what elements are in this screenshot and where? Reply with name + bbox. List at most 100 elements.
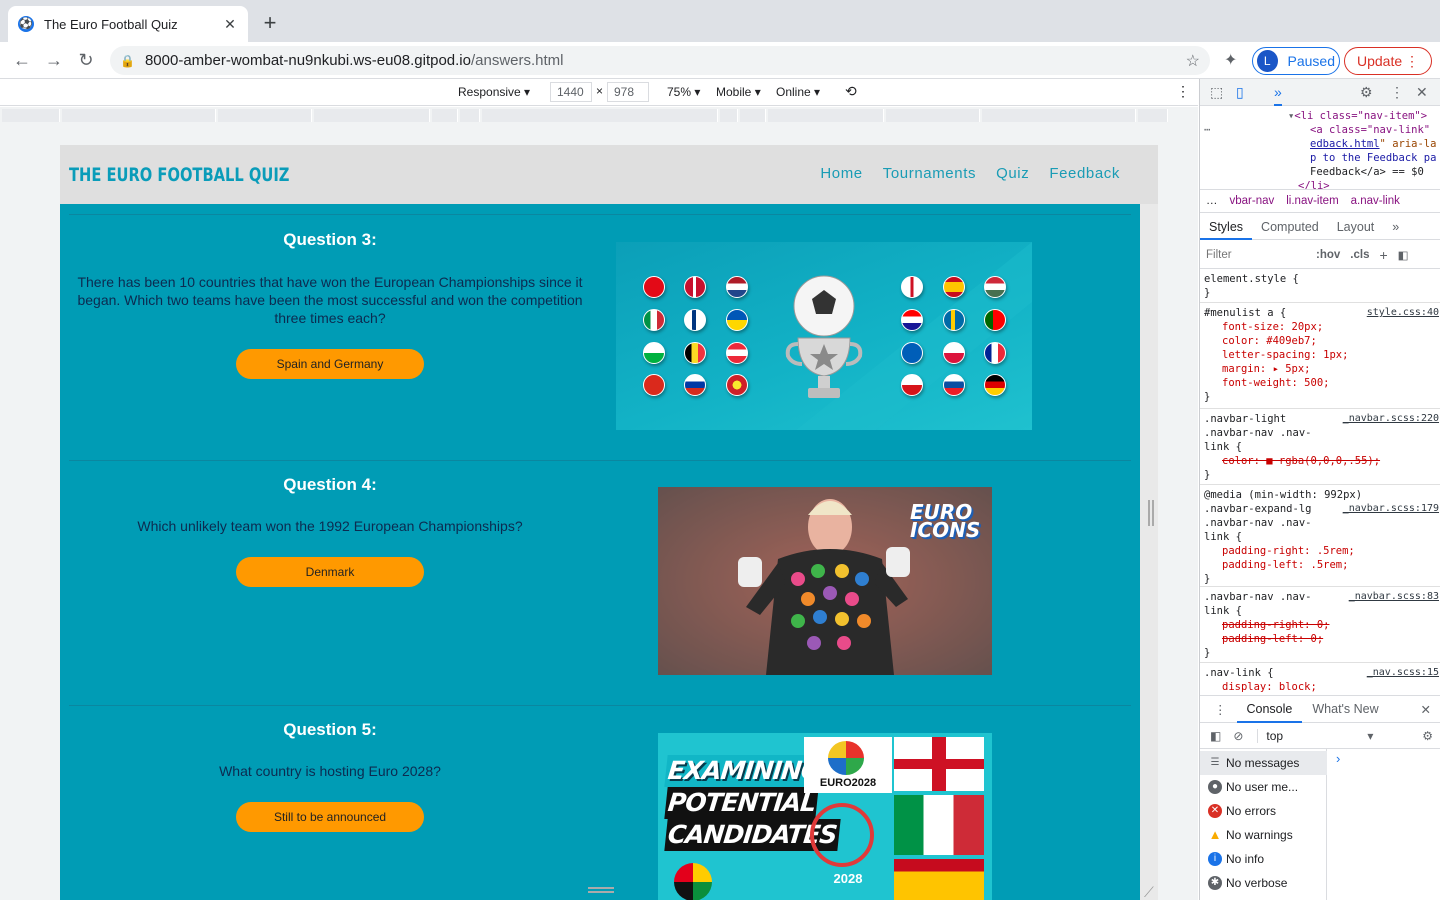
nav-link-quiz[interactable]: Quiz [996, 165, 1029, 182]
style-rule[interactable]: element.style { } [1200, 269, 1440, 303]
rule-property[interactable]: display: block; [1204, 680, 1437, 694]
dom-line[interactable]: </li> [1298, 179, 1330, 189]
tab-whats-new[interactable]: What's New [1302, 702, 1388, 716]
toggle-sidebar-icon[interactable]: ◧ [1398, 248, 1409, 262]
close-tab-icon[interactable]: ✕ [222, 16, 238, 33]
media-query-ruler[interactable] [0, 107, 1198, 124]
dom-line[interactable]: ▾<li class="nav-item"> [1288, 109, 1427, 124]
tab-console[interactable]: Console [1236, 695, 1303, 723]
new-tab-button[interactable]: + [258, 12, 282, 36]
filter-verbose[interactable]: ✱ No verbose [1200, 871, 1327, 895]
more-options-icon[interactable]: ⋮ [1176, 83, 1190, 100]
site-brand[interactable]: THE EURO FOOTBALL QUIZ [69, 164, 289, 186]
ruler-segment[interactable] [1138, 109, 1168, 122]
tab-styles[interactable]: Styles [1200, 214, 1253, 240]
profile-button[interactable]: L Paused [1252, 47, 1340, 75]
console-prompt-chevron-icon[interactable]: › [1336, 751, 1340, 766]
filter-messages[interactable]: ☰ No messages [1200, 751, 1327, 775]
style-rule[interactable]: _navbar.scss:179 @media (min-width: 992p… [1200, 485, 1440, 587]
address-bar[interactable]: 🔒 8000-amber-wombat-nu9nkubi.ws-eu08.git… [110, 46, 1210, 75]
ruler-segment[interactable] [886, 109, 980, 122]
ruler-segment[interactable] [982, 109, 1136, 122]
device-mode-select[interactable]: Responsive ▾ [458, 85, 530, 99]
network-select[interactable]: Online ▾ [776, 85, 820, 99]
extensions-puzzle-icon[interactable]: ✦ [1224, 50, 1237, 70]
devtools-menu-icon[interactable]: ⋮ [1390, 84, 1404, 101]
nav-link-feedback[interactable]: Feedback [1049, 165, 1120, 182]
dom-line[interactable]: p to the Feedback pa [1310, 151, 1436, 166]
console-settings-gear-icon[interactable]: ⚙ [1422, 729, 1433, 743]
breadcrumb-item[interactable]: li.nav-item [1286, 195, 1338, 207]
nav-link-tournaments[interactable]: Tournaments [883, 165, 976, 182]
sidebar-toggle-icon[interactable]: ◧ [1210, 729, 1221, 743]
drawer-menu-icon[interactable]: ⋮ [1200, 702, 1237, 717]
rule-property-overridden[interactable]: padding-left: 0; [1204, 632, 1437, 646]
more-subtabs-icon[interactable]: » [1383, 214, 1408, 240]
back-arrow-icon[interactable]: ← [10, 48, 34, 72]
style-rule[interactable]: _navbar.scss:220 .navbar-light .navbar-n… [1200, 409, 1440, 485]
settings-gear-icon[interactable]: ⚙ [1360, 84, 1373, 101]
dom-line[interactable]: <a class="nav-link" [1310, 123, 1430, 138]
forward-arrow-icon[interactable]: → [42, 48, 66, 72]
ruler-segment[interactable] [62, 109, 216, 122]
throttle-select[interactable]: Mobile ▾ [716, 85, 761, 99]
breadcrumb-item[interactable]: a.nav-link [1351, 195, 1400, 207]
zoom-select[interactable]: 75% ▾ [667, 85, 700, 99]
rotate-icon[interactable]: ⟲ [845, 83, 857, 100]
close-devtools-icon[interactable]: ✕ [1416, 84, 1428, 101]
answer-button[interactable]: Denmark [236, 557, 424, 587]
answer-button[interactable]: Spain and Germany [236, 349, 424, 379]
resize-corner-icon[interactable]: ⟋ [1144, 884, 1154, 900]
ruler-segment[interactable] [218, 109, 312, 122]
device-toggle-icon[interactable]: ▯ [1236, 84, 1244, 101]
filter-errors[interactable]: ✕ No errors [1200, 799, 1327, 823]
tab-layout[interactable]: Layout [1328, 214, 1384, 240]
ruler-segment[interactable] [460, 109, 480, 122]
reload-icon[interactable]: ↻ [74, 48, 98, 72]
rule-property[interactable]: padding-left: .5rem; [1204, 558, 1437, 572]
rule-property-overridden[interactable]: padding-right: 0; [1204, 618, 1437, 632]
dom-href-link[interactable]: edback.html [1310, 138, 1380, 150]
dom-ellipsis[interactable]: ⋯ [1204, 123, 1210, 138]
viewport-width-input[interactable]: 1440 [550, 82, 592, 102]
filter-warnings[interactable]: ▲ No warnings [1200, 823, 1327, 847]
inspect-element-icon[interactable]: ⬚ [1210, 84, 1223, 101]
rule-property[interactable]: margin: ▸ 5px; [1204, 362, 1437, 376]
cls-toggle[interactable]: .cls [1350, 249, 1369, 261]
answer-button[interactable]: Still to be announced [236, 802, 424, 832]
update-button[interactable]: Update ⋮ [1344, 47, 1432, 75]
dom-line[interactable]: edback.html" aria-la [1310, 137, 1436, 152]
rule-property[interactable]: font-weight: 500; [1204, 376, 1437, 390]
rule-source-link[interactable]: _navbar.scss:220 [1343, 412, 1439, 426]
rule-property-overridden[interactable]: color: ■ rgba(0,0,0,.55); [1204, 454, 1437, 468]
styles-filter-input[interactable] [1206, 248, 1306, 261]
close-drawer-icon[interactable]: ✕ [1421, 702, 1431, 717]
ruler-segment[interactable] [432, 109, 458, 122]
ruler-segment[interactable] [768, 109, 884, 122]
ruler-segment[interactable] [314, 109, 430, 122]
dom-line[interactable]: Feedback</a> == $0 [1310, 165, 1424, 180]
rule-source-link[interactable]: style.css:40 [1367, 306, 1439, 320]
nav-link-home[interactable]: Home [820, 165, 862, 182]
bookmark-star-icon[interactable]: ☆ [1186, 51, 1200, 71]
resize-handle-right[interactable] [1148, 500, 1154, 526]
new-rule-plus-icon[interactable]: + [1379, 247, 1387, 263]
style-rule[interactable]: _navbar.scss:83 .navbar-nav .nav- link {… [1200, 587, 1440, 663]
clear-console-icon[interactable]: ⊘ [1233, 729, 1243, 743]
style-rule[interactable]: style.css:40 #menulist a { font-size: 20… [1200, 303, 1440, 409]
breadcrumb-item[interactable]: vbar-nav [1230, 195, 1275, 207]
rule-property[interactable]: font-size: 20px; [1204, 320, 1437, 334]
breadcrumb-overflow[interactable]: … [1206, 195, 1218, 207]
viewport-height-input[interactable]: 978 [607, 82, 649, 102]
more-tabs-icon[interactable]: » [1274, 84, 1282, 106]
ruler-segment[interactable] [720, 109, 738, 122]
ruler-segment[interactable] [2, 109, 60, 122]
resize-handle-bottom[interactable] [588, 887, 614, 893]
rule-source-link[interactable]: _navbar.scss:83 [1349, 590, 1439, 604]
rule-property[interactable]: color: #409eb7; [1204, 334, 1437, 348]
browser-tab[interactable]: ⚽ The Euro Football Quiz ✕ [8, 6, 248, 42]
tab-computed[interactable]: Computed [1252, 214, 1328, 240]
rule-property[interactable]: letter-spacing: 1px; [1204, 348, 1437, 362]
ruler-segment[interactable] [740, 109, 766, 122]
ruler-segment[interactable] [482, 109, 718, 122]
